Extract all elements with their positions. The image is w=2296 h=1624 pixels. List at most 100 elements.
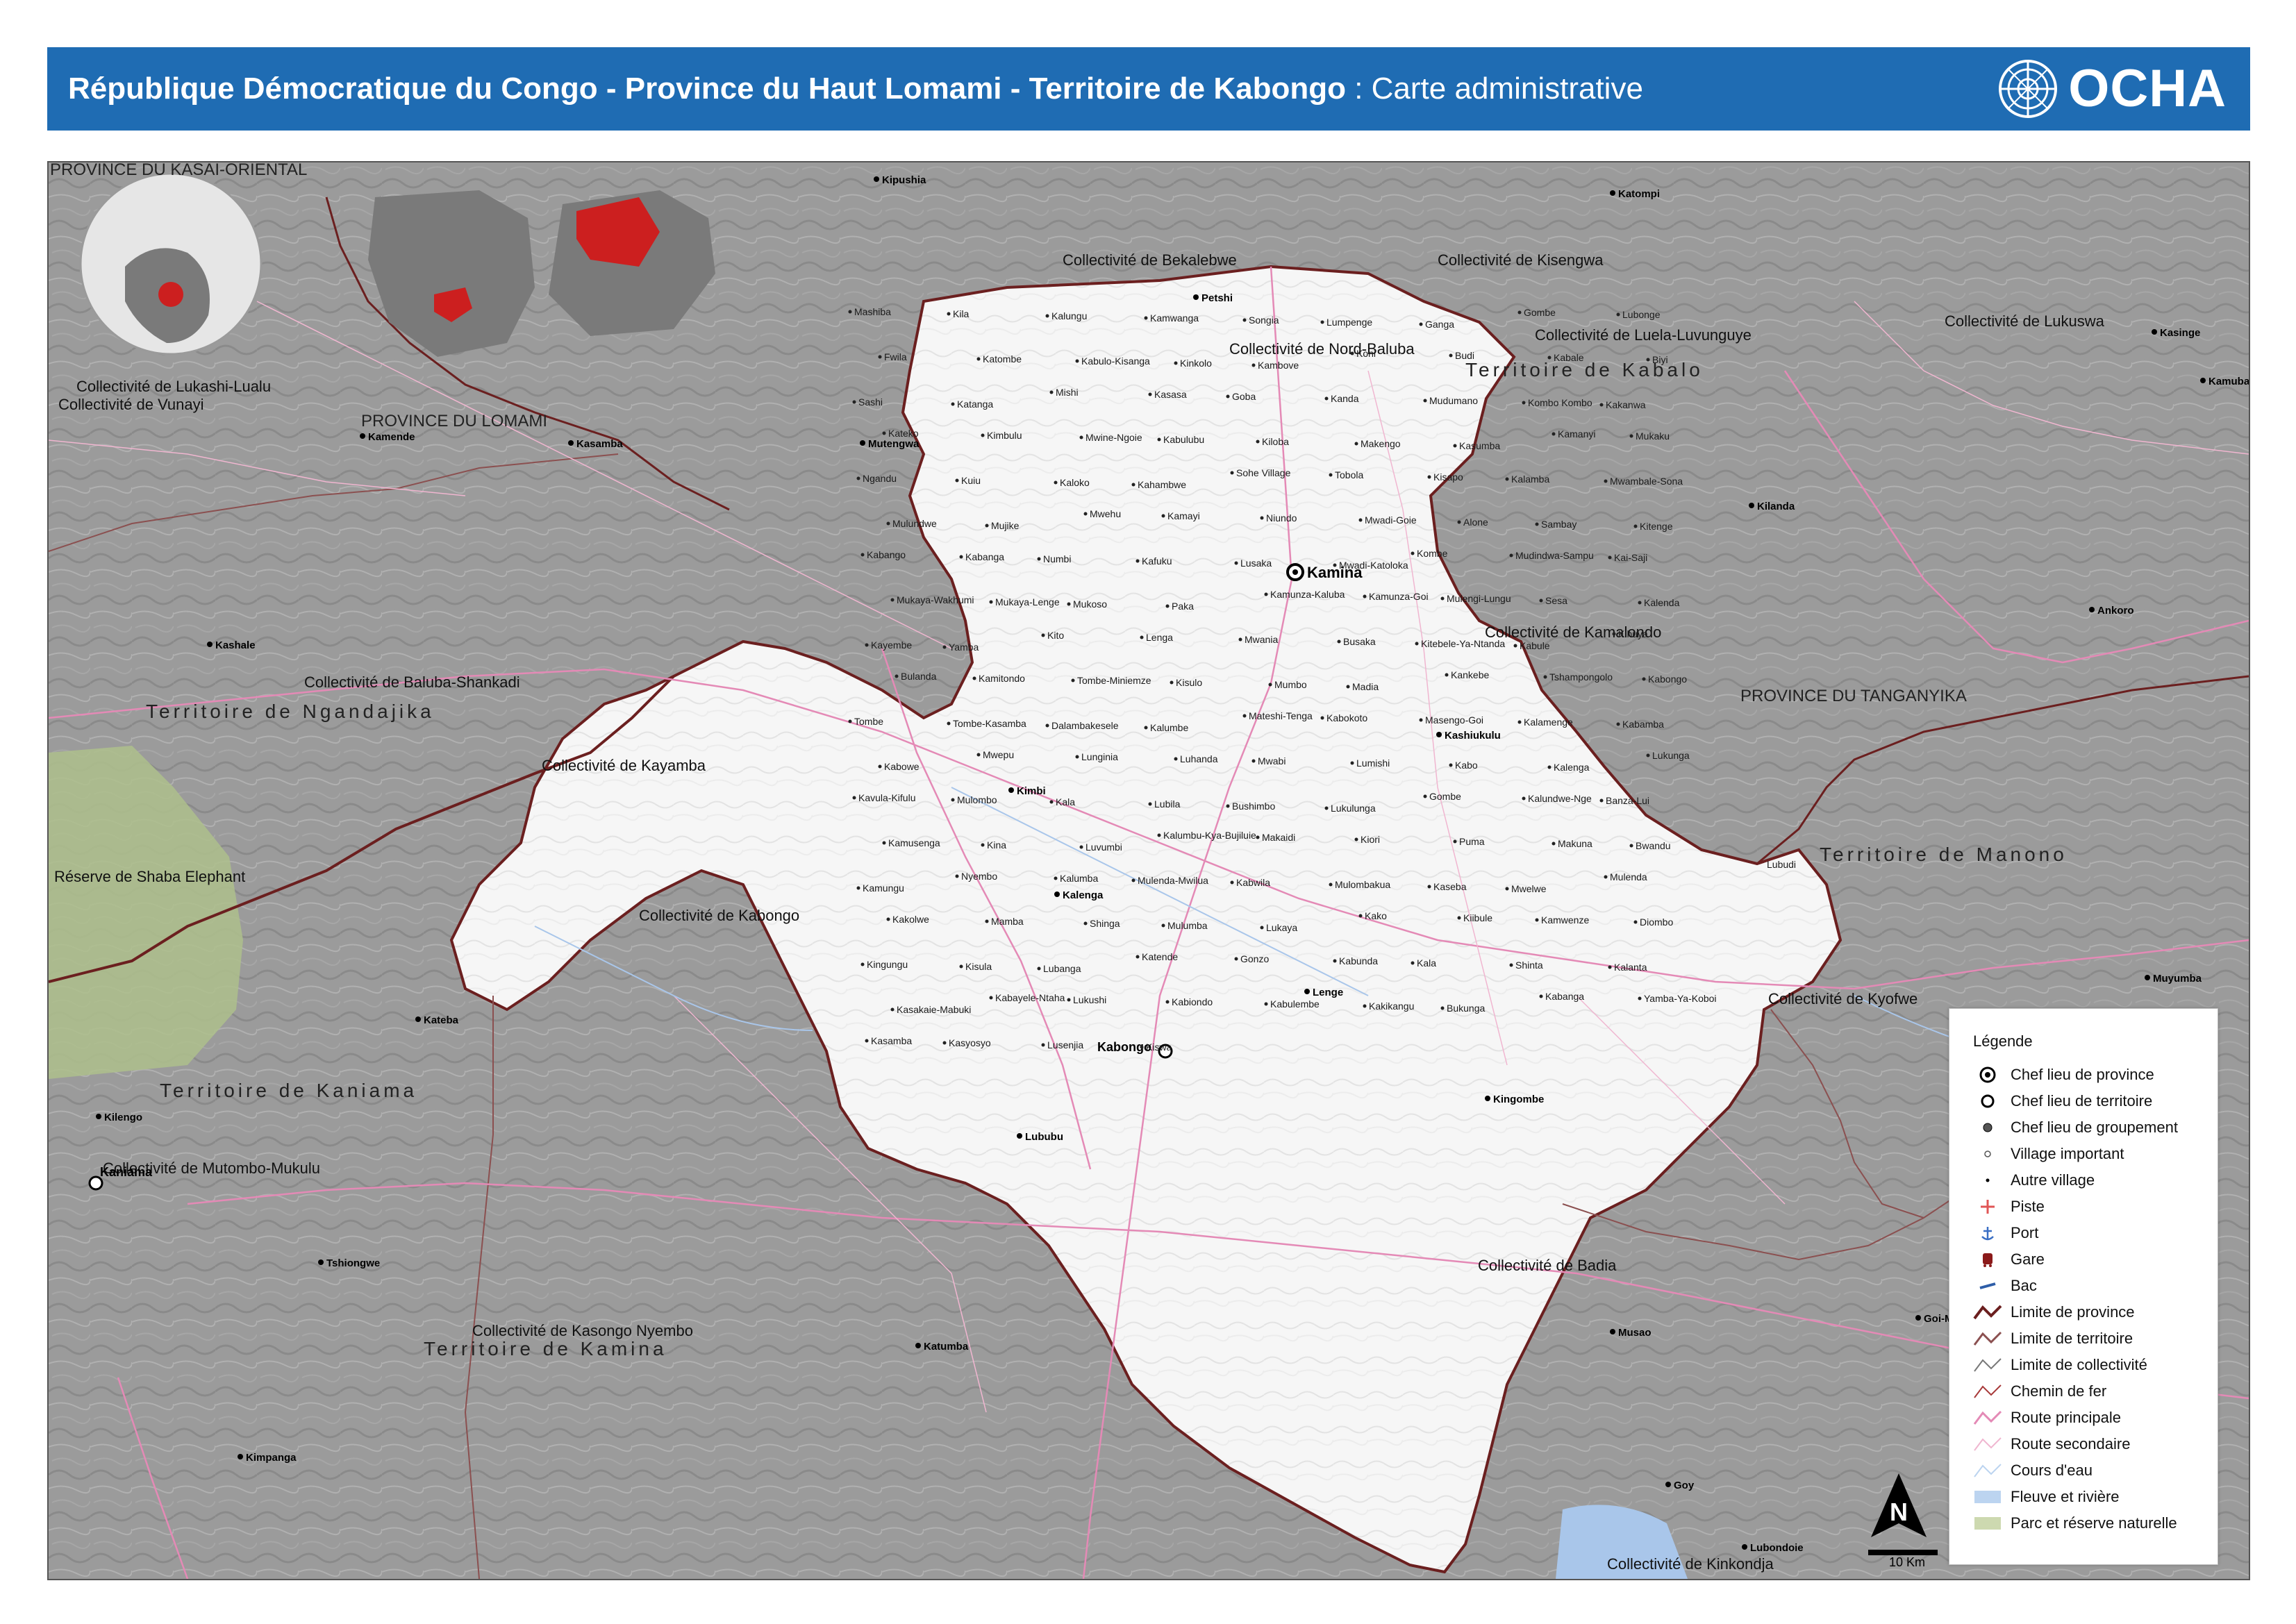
ocha-logo-text: OCHA <box>2068 59 2227 118</box>
village-marker <box>1079 435 1083 440</box>
village-label: Kamayi <box>1167 510 1200 521</box>
village-marker <box>1045 723 1049 728</box>
village-marker <box>989 996 993 1000</box>
village-marker <box>1522 796 1526 801</box>
village-marker <box>955 874 959 878</box>
legend-item-label: Chef lieu de groupement <box>2011 1119 2178 1136</box>
train-station-icon <box>1973 1249 2002 1270</box>
village-marker <box>852 796 856 800</box>
village-label: Songia <box>1249 315 1279 326</box>
village-label: Kitebele-Ya-Ntanda <box>1421 638 1505 649</box>
village-label: Mulenda-Mwilua <box>1138 875 1208 886</box>
village-marker <box>1453 444 1457 448</box>
un-emblem-icon <box>1999 60 2058 118</box>
village-marker <box>860 962 865 966</box>
village-marker <box>1054 876 1058 880</box>
village-marker <box>852 400 856 404</box>
village-label: Kiloba <box>1262 436 1289 447</box>
town-label: Kashiukulu <box>1445 730 1501 742</box>
village-label: Gombe <box>1429 791 1461 802</box>
village-marker <box>1135 955 1140 959</box>
other-village-icon <box>1973 1170 2002 1191</box>
village-marker <box>1539 598 1543 603</box>
legend-item: Autre village <box>1973 1167 2209 1194</box>
town-label: Lubondoie <box>1750 1542 1804 1554</box>
town-marker <box>1742 1544 1747 1550</box>
village-label: Numbi <box>1043 553 1071 564</box>
village-marker <box>1251 759 1256 763</box>
village-marker <box>1256 835 1260 839</box>
village-label: Kamunza-Kaluba <box>1270 589 1345 600</box>
village-marker <box>1419 718 1423 722</box>
village-label: Mamba <box>991 916 1024 927</box>
village-marker <box>882 431 886 435</box>
village-label: Bulanda <box>901 671 937 682</box>
village-label: Mwine-Ngoie <box>1085 432 1142 443</box>
village-label: Kabayele-Ntaha <box>995 992 1065 1003</box>
village-marker <box>1646 753 1650 757</box>
legend-item: Limite de collectivité <box>1973 1352 2209 1378</box>
village-marker <box>1320 320 1324 324</box>
village-label: Dalambakesele <box>1051 720 1119 731</box>
town-label: Katumba <box>924 1341 969 1353</box>
village-label: Yamba-Ya-Koboi <box>1644 993 1717 1004</box>
village-label: Goba <box>1232 391 1256 402</box>
village-marker <box>1346 685 1350 689</box>
village-label: Kalumba <box>1060 873 1098 884</box>
village-marker <box>1411 961 1415 965</box>
village-marker <box>1453 839 1457 844</box>
village-marker <box>1608 555 1612 560</box>
legend-item-label: Chemin de fer <box>2011 1382 2107 1400</box>
village-label: Masengo-Goi <box>1425 714 1483 726</box>
village-label: Tombe <box>854 716 883 727</box>
village-label: Mukoso <box>1073 598 1107 610</box>
legend-item: Limite de territoire <box>1973 1325 2209 1352</box>
legend-item-label: Gare <box>2011 1250 2045 1268</box>
village-label: Kafuku <box>1142 555 1172 567</box>
village-marker <box>1457 916 1461 920</box>
label-territoire-kaniama: Territoire de Kaniama <box>160 1080 417 1101</box>
town-marker <box>96 1114 101 1119</box>
village-marker <box>1599 798 1604 803</box>
village-marker <box>1071 678 1075 683</box>
village-label: Kakikangu <box>1369 1001 1414 1012</box>
village-marker <box>1423 794 1427 798</box>
village-marker <box>1440 1006 1445 1010</box>
label-coll-lukashi-lualu: Collectivité de Lukashi-Lualu <box>76 378 271 395</box>
village-marker <box>1513 644 1517 648</box>
label-territoire-manono: Territoire de Manono <box>1820 844 2068 865</box>
village-marker <box>976 753 981 757</box>
village-marker <box>1333 959 1337 963</box>
village-marker <box>1358 914 1363 918</box>
village-label: Mwadi-Katoloka <box>1339 560 1408 571</box>
village-marker <box>1165 1000 1170 1004</box>
secondary-road-line-icon <box>1973 1434 2002 1455</box>
village-label: Sashi <box>858 396 883 408</box>
village-label: Kabulembe <box>1270 998 1320 1010</box>
village-marker <box>1423 399 1427 403</box>
village-marker <box>1268 683 1272 687</box>
town-marker <box>318 1259 324 1265</box>
town-marker <box>1436 732 1442 737</box>
village-label: Paka <box>1172 601 1194 612</box>
legend-item-label: Parc et réserve naturelle <box>2011 1514 2177 1532</box>
village-label: Mulombo <box>957 794 997 805</box>
village-labels: Mashiba Kila Kalungu Kamwanga Songia Lumpenge… <box>848 306 1717 1053</box>
label-coll-nord-baluba: Collectivité de Nord-Baluba <box>1229 340 1415 358</box>
village-marker <box>1552 432 1556 436</box>
village-label: Kalamenge <box>1524 717 1573 728</box>
village-marker <box>1543 675 1547 679</box>
village-marker <box>1646 358 1650 362</box>
village-marker <box>1140 635 1144 639</box>
village-label: Lusaka <box>1240 558 1272 569</box>
village-label: Ganga <box>1425 319 1454 330</box>
town-label: Goy <box>1674 1480 1695 1491</box>
village-label: Lukushi <box>1073 994 1106 1005</box>
map-frame[interactable]: Territoire de Kabalo Territoire de Ngand… <box>47 161 2250 1580</box>
village-marker <box>959 964 963 969</box>
town-label: Kimpanga <box>246 1452 297 1464</box>
village-label: Kabunda <box>1339 955 1378 966</box>
town-marker <box>1485 1096 1490 1101</box>
village-label: Kingungu <box>867 959 908 970</box>
village-marker <box>848 310 852 314</box>
